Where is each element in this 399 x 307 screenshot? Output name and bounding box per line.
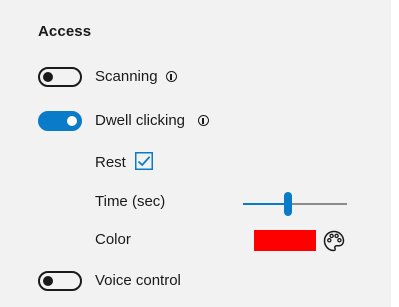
slider-thumb[interactable] — [284, 192, 292, 216]
rest-label: Rest — [95, 154, 126, 171]
time-label: Time (sec) — [95, 193, 166, 210]
scanning-label: Scanning — [95, 68, 158, 85]
section-title: Access — [38, 23, 92, 40]
slider-filled-track — [243, 203, 288, 205]
toggle-knob — [67, 116, 77, 126]
toggle-knob — [43, 276, 53, 286]
dwell-clicking-label: Dwell clicking — [95, 112, 186, 129]
slider-empty-track — [288, 203, 347, 205]
toggle-knob — [43, 72, 53, 82]
voice-control-label: Voice control — [95, 272, 181, 289]
voice-control-toggle[interactable] — [38, 271, 82, 291]
dwell-clicking-toggle[interactable] — [38, 111, 82, 131]
palette-icon[interactable] — [322, 229, 346, 253]
panel-edge — [391, 0, 399, 307]
color-swatch[interactable] — [254, 230, 316, 251]
rest-checkbox[interactable] — [135, 152, 153, 170]
color-label: Color — [95, 231, 131, 248]
info-icon[interactable] — [166, 71, 177, 82]
access-settings-panel: Access Scanning Dwell clicking Rest Time… — [0, 0, 391, 307]
info-icon[interactable] — [198, 115, 209, 126]
scanning-toggle[interactable] — [38, 67, 82, 87]
